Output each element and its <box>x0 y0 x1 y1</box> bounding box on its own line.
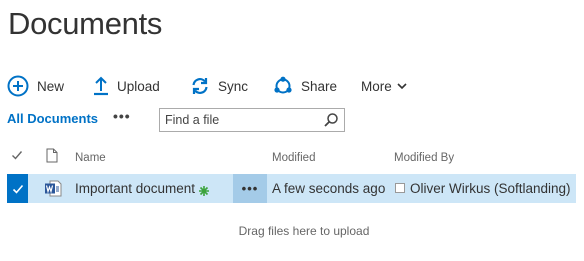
more-button[interactable]: More <box>361 72 408 100</box>
share-button[interactable]: Share <box>273 72 337 100</box>
column-header-modified-by[interactable]: Modified By <box>394 152 454 164</box>
more-label: More <box>361 78 392 94</box>
share-icon <box>273 76 293 96</box>
dropzone-hint: Drag files here to upload <box>238 224 370 238</box>
row-modified-by-link[interactable]: Oliver Wirkus (Softlanding) <box>410 181 571 196</box>
page-title: Documents <box>8 6 163 41</box>
row-selected-check-icon[interactable] <box>7 174 28 203</box>
search-icon[interactable] <box>323 112 339 133</box>
word-document-icon <box>44 180 62 202</box>
new-label: New <box>37 78 65 94</box>
row-modified-value: A few seconds ago <box>272 181 386 196</box>
sync-label: Sync <box>218 78 249 94</box>
select-all-check-icon[interactable] <box>11 149 23 164</box>
view-more-ellipsis[interactable]: ••• <box>113 108 131 124</box>
file-type-column-icon <box>46 148 58 166</box>
upload-label: Upload <box>117 78 160 94</box>
plus-circle-icon <box>7 75 29 97</box>
sync-button[interactable]: Sync <box>190 72 248 100</box>
view-all-documents[interactable]: All Documents <box>7 111 98 126</box>
search-box <box>159 108 345 132</box>
chevron-down-icon <box>396 80 408 92</box>
search-input[interactable] <box>160 113 318 127</box>
upload-button[interactable]: Upload <box>93 72 160 100</box>
upload-arrow-icon <box>93 76 109 96</box>
new-button[interactable]: New <box>7 72 64 100</box>
column-header-name[interactable]: Name <box>75 152 106 164</box>
sync-icon <box>190 76 210 96</box>
table-row[interactable]: Important document ••• A few seconds ago… <box>7 174 576 203</box>
command-bar: New Upload Sync Share More <box>0 72 584 100</box>
share-label: Share <box>301 78 338 94</box>
row-more-ellipsis[interactable]: ••• <box>233 174 267 203</box>
presence-indicator-icon <box>395 183 405 193</box>
view-bar: All Documents ••• <box>0 106 584 132</box>
column-header-modified[interactable]: Modified <box>272 152 315 164</box>
new-item-sparkle-icon <box>199 183 209 201</box>
document-name-link[interactable]: Important document <box>75 181 195 196</box>
column-header-row: Name Modified Modified By <box>0 148 584 168</box>
